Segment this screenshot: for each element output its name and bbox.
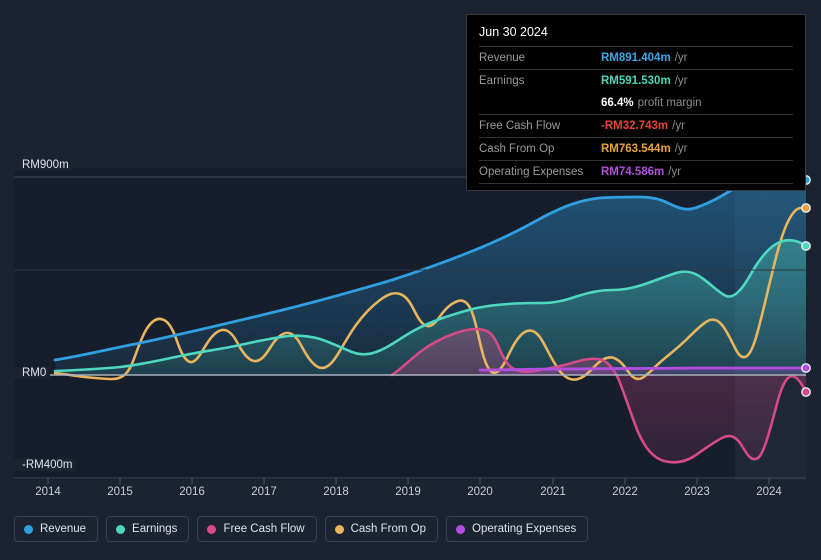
- tooltip-value-earnings: RM591.530m: [601, 75, 671, 87]
- chart-legend: Revenue Earnings Free Cash Flow Cash Fro…: [14, 516, 588, 542]
- endpoint-earnings: [802, 242, 810, 250]
- legend-label-cash-from-op: Cash From Op: [351, 523, 426, 535]
- endpoint-free-cash-flow: [802, 388, 810, 396]
- legend-dot-cash-from-op-icon: [335, 525, 344, 534]
- x-axis-label-2023: 2023: [667, 486, 727, 498]
- x-axis-label-2022: 2022: [595, 486, 655, 498]
- y-axis-label-max: RM900m: [14, 159, 73, 171]
- tooltip-date: Jun 30 2024: [479, 23, 793, 46]
- legend-item-operating-expenses[interactable]: Operating Expenses: [446, 516, 588, 542]
- tooltip-row-profit-margin: 66.4% profit margin: [479, 92, 793, 114]
- y-axis-label-min: -RM400m: [14, 459, 76, 471]
- tooltip-row-revenue: Revenue RM891.404m /yr: [479, 46, 793, 69]
- endpoint-cash-from-op: [802, 204, 810, 212]
- legend-label-earnings: Earnings: [132, 523, 177, 535]
- endpoint-operating-expenses: [802, 364, 810, 372]
- tooltip-row-earnings: Earnings RM591.530m /yr: [479, 69, 793, 92]
- tooltip-value-operating-expenses: RM74.586m: [601, 166, 664, 178]
- financial-chart: RM900m RM0 -RM400m 2014 2015 2016 2017 2…: [0, 0, 821, 560]
- y-axis-label-zero: RM0: [14, 367, 50, 379]
- x-axis-label-2019: 2019: [378, 486, 438, 498]
- tooltip-label-profit-margin: profit margin: [638, 97, 702, 109]
- tooltip-label-revenue: Revenue: [479, 52, 601, 64]
- tooltip-label-earnings: Earnings: [479, 75, 601, 87]
- legend-item-revenue[interactable]: Revenue: [14, 516, 98, 542]
- legend-dot-free-cash-flow-icon: [207, 525, 216, 534]
- tooltip-suffix-earnings: /yr: [675, 75, 688, 87]
- tooltip-value-profit-margin: 66.4%: [601, 97, 634, 109]
- x-axis-label-2024: 2024: [739, 486, 799, 498]
- tooltip-label-operating-expenses: Operating Expenses: [479, 166, 601, 178]
- legend-label-operating-expenses: Operating Expenses: [472, 523, 576, 535]
- legend-label-revenue: Revenue: [40, 523, 86, 535]
- legend-dot-operating-expenses-icon: [456, 525, 465, 534]
- tooltip-suffix-free-cash-flow: /yr: [672, 120, 685, 132]
- x-axis-label-2021: 2021: [523, 486, 583, 498]
- x-axis-label-2017: 2017: [234, 486, 294, 498]
- legend-dot-earnings-icon: [116, 525, 125, 534]
- x-axis-label-2016: 2016: [162, 486, 222, 498]
- x-axis-label-2020: 2020: [450, 486, 510, 498]
- legend-item-earnings[interactable]: Earnings: [106, 516, 189, 542]
- legend-item-free-cash-flow[interactable]: Free Cash Flow: [197, 516, 316, 542]
- tooltip-value-revenue: RM891.404m: [601, 52, 671, 64]
- tooltip-row-free-cash-flow: Free Cash Flow -RM32.743m /yr: [479, 114, 793, 137]
- legend-dot-revenue-icon: [24, 525, 33, 534]
- tooltip-value-cash-from-op: RM763.544m: [601, 143, 671, 155]
- x-axis-label-2015: 2015: [90, 486, 150, 498]
- tooltip-row-operating-expenses: Operating Expenses RM74.586m /yr: [479, 160, 793, 184]
- tooltip-label-free-cash-flow: Free Cash Flow: [479, 120, 601, 132]
- chart-tooltip: Jun 30 2024 Revenue RM891.404m /yr Earni…: [466, 14, 806, 191]
- tooltip-suffix-operating-expenses: /yr: [668, 166, 681, 178]
- tooltip-row-cash-from-op: Cash From Op RM763.544m /yr: [479, 137, 793, 160]
- tooltip-label-cash-from-op: Cash From Op: [479, 143, 601, 155]
- x-axis-label-2014: 2014: [18, 486, 78, 498]
- legend-item-cash-from-op[interactable]: Cash From Op: [325, 516, 438, 542]
- tooltip-suffix-cash-from-op: /yr: [675, 143, 688, 155]
- legend-label-free-cash-flow: Free Cash Flow: [223, 523, 304, 535]
- tooltip-value-free-cash-flow: -RM32.743m: [601, 120, 668, 132]
- x-axis-label-2018: 2018: [306, 486, 366, 498]
- tooltip-suffix-revenue: /yr: [675, 52, 688, 64]
